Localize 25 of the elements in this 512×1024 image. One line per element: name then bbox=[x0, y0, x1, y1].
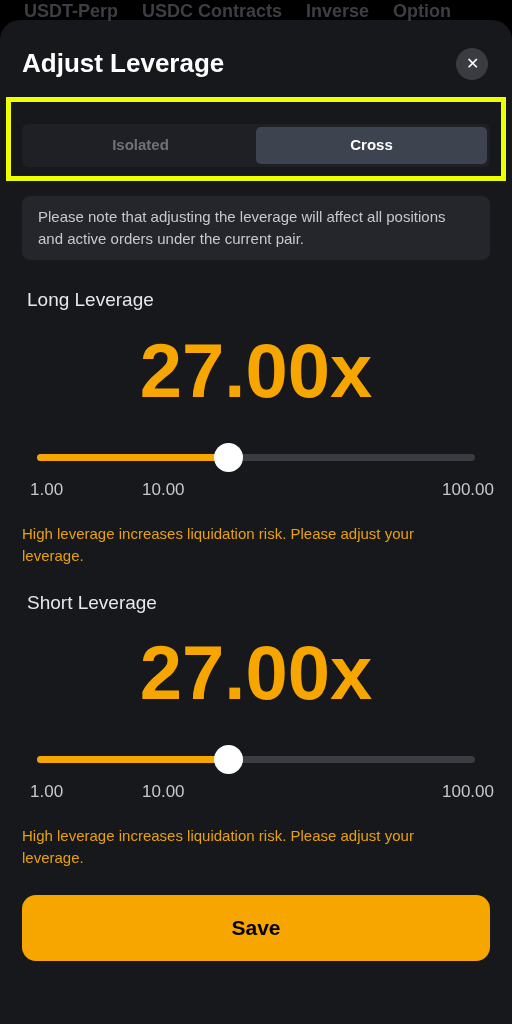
tab-label: USDT-Perp bbox=[24, 2, 119, 20]
tab-label: USDC Contracts bbox=[142, 2, 283, 20]
tick-label: 1.00 bbox=[30, 781, 64, 803]
margin-mode-tab[interactable]: Cross bbox=[256, 127, 487, 164]
save-button[interactable]: Save bbox=[22, 895, 490, 961]
leverage-value: 27.00x bbox=[139, 629, 373, 717]
leverage-label: Short Leverage bbox=[26, 590, 158, 615]
slider-thumb[interactable] bbox=[213, 745, 243, 774]
slider[interactable] bbox=[37, 745, 475, 774]
tab-label: Option bbox=[393, 2, 452, 20]
tab-label: Inverse bbox=[306, 2, 370, 20]
tick-label: 1.00 bbox=[30, 478, 64, 501]
leverage-label: Long Leverage bbox=[26, 288, 155, 312]
leverage-value: 27.00x bbox=[139, 326, 373, 415]
tick-label: 100.00 bbox=[442, 478, 494, 501]
dialog-title: Adjust Leverage bbox=[22, 47, 225, 80]
tick-label: 100.00 bbox=[442, 781, 494, 803]
slider-thumb[interactable] bbox=[213, 442, 243, 472]
close-button[interactable]: ✕ bbox=[456, 47, 488, 80]
warning-text: High leverage increases liquidation risk. Please adjust your leverage. bbox=[22, 826, 415, 868]
tick-label: 10.00 bbox=[142, 478, 185, 501]
tick-label: 10.00 bbox=[142, 781, 185, 803]
slider[interactable] bbox=[37, 442, 475, 472]
warning-text: High leverage increases liquidation risk. Please adjust your leverage. bbox=[22, 523, 415, 566]
notice-text: Please note that adjusting the leverage will affect all positions and active orders under the current pair. bbox=[22, 196, 490, 260]
